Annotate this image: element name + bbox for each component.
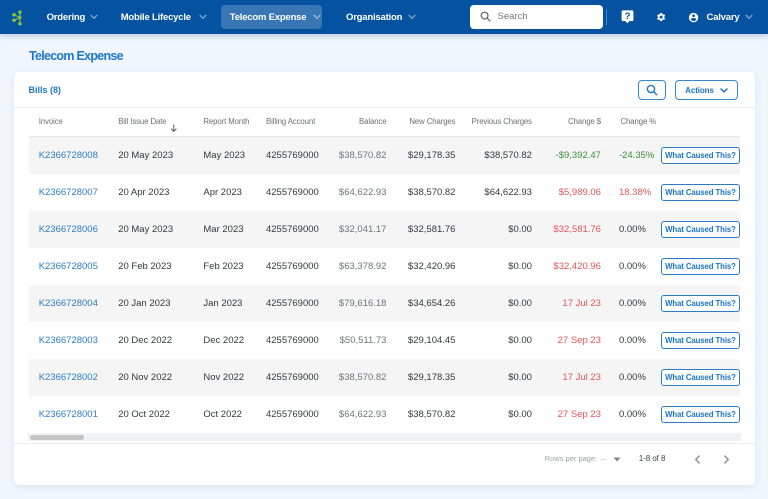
svg-text:?: ? <box>624 11 630 22</box>
